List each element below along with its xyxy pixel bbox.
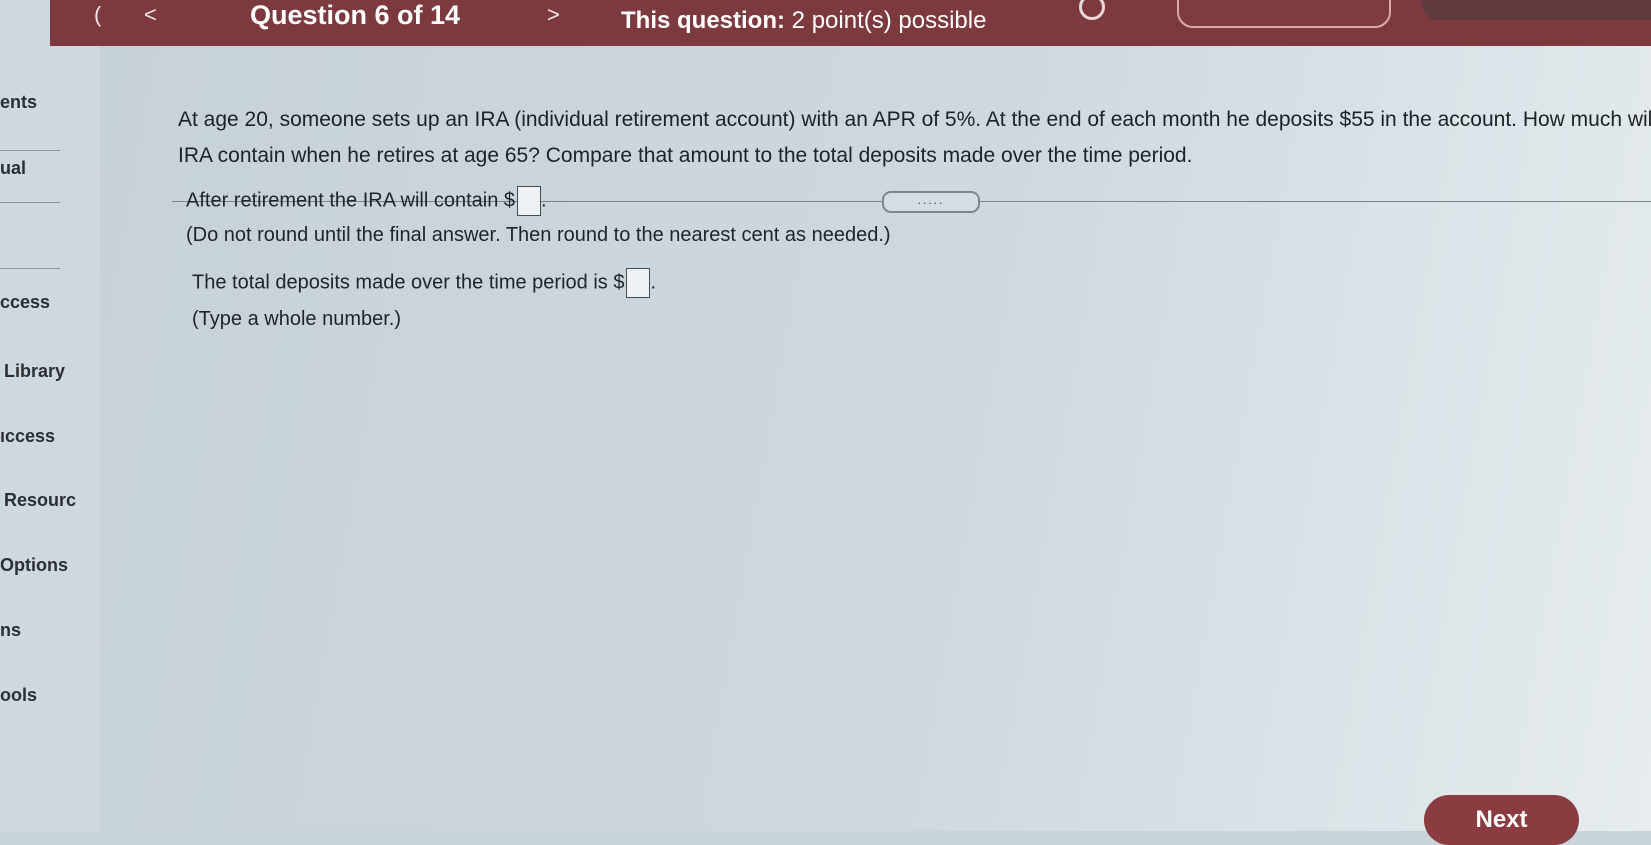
sidebar-item-tools[interactable]: ools (0, 685, 37, 706)
question-content: At age 20, someone sets up an IRA (indiv… (100, 46, 1651, 831)
answer-label-1: After retirement the IRA will contain $ (186, 189, 516, 212)
trailing-period: . (541, 189, 547, 212)
first-question-button[interactable]: ( (94, 2, 101, 28)
resume-later-button[interactable] (1177, 0, 1391, 28)
answer-hint-2: (Type a whole number.) (192, 308, 401, 330)
sidebar-item-manual[interactable]: ual (0, 158, 26, 179)
sidebar-item-success[interactable]: ıccess (0, 426, 55, 447)
points-value: 2 point(s) possible (791, 7, 987, 34)
sidebar-item-library[interactable]: Library (4, 361, 65, 382)
answer-hint-1: (Do not round until the final answer. Th… (186, 224, 891, 246)
sidebar: ents ual ccess Library ıccess Resourc Op… (0, 0, 102, 831)
answer-line-1: After retirement the IRA will contain $. (186, 186, 547, 216)
sidebar-divider (0, 268, 60, 269)
trailing-period: . (650, 271, 657, 294)
ira-amount-input[interactable] (517, 186, 542, 216)
next-button[interactable]: Next (1424, 795, 1579, 845)
question-counter: Question 6 of 14 (250, 0, 461, 30)
answer-line-2: The total deposits made over the time pe… (192, 268, 656, 298)
help-icon[interactable] (1079, 0, 1105, 20)
question-text: At age 20, someone sets up an IRA (indiv… (178, 108, 1651, 167)
sidebar-item-options[interactable]: Options (0, 555, 68, 576)
answer-label-2: The total deposits made over the time pe… (192, 271, 625, 294)
previous-question-button[interactable]: < (144, 2, 157, 28)
points-possible: This question: 2 point(s) possible (621, 7, 986, 35)
next-question-arrow[interactable]: > (547, 2, 560, 28)
sidebar-item-access[interactable]: ccess (0, 292, 50, 313)
sidebar-divider (0, 150, 60, 151)
sidebar-item-assignments[interactable]: ents (0, 92, 37, 113)
sidebar-divider (0, 202, 60, 203)
sidebar-item-resources[interactable]: Resourc (4, 490, 76, 511)
total-deposits-input[interactable] (626, 268, 651, 298)
question-header: ( < Question 6 of 14 > This question: 2 … (50, 0, 1651, 46)
sidebar-item-ns[interactable]: ns (0, 620, 21, 641)
submit-button[interactable] (1422, 0, 1651, 20)
expand-more-button[interactable]: ..... (882, 191, 980, 213)
points-label: This question: (621, 7, 785, 34)
